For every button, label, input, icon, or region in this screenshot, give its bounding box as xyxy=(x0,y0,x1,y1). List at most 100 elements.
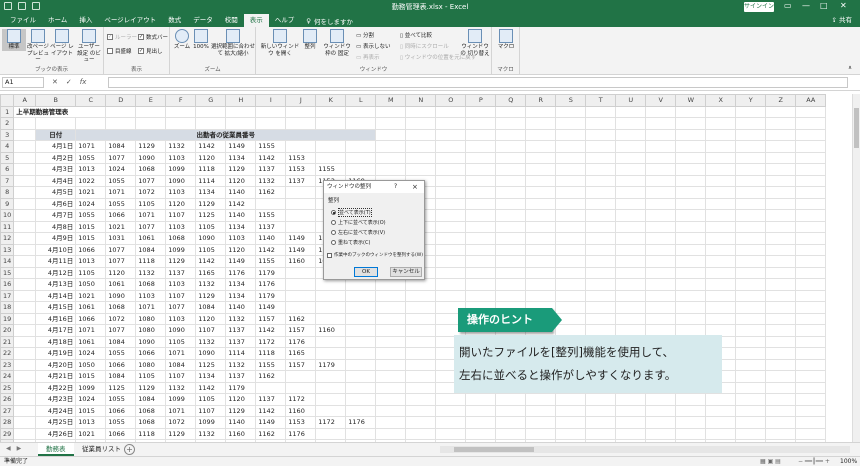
employee-id-cell[interactable] xyxy=(345,289,377,302)
employee-id-cell[interactable]: 1066 xyxy=(105,404,137,417)
ribbon-display-icon[interactable]: ▭ xyxy=(784,1,792,10)
cell[interactable] xyxy=(645,151,677,164)
employee-id-cell[interactable]: 1142 xyxy=(255,243,287,256)
employee-id-cell[interactable]: 1142 xyxy=(195,255,227,268)
employee-id-cell[interactable] xyxy=(255,381,287,394)
zoom-100-button[interactable]: 100% xyxy=(192,29,210,51)
cell[interactable] xyxy=(375,289,407,302)
cell[interactable] xyxy=(495,140,527,153)
view-side-by-side-button[interactable]: ▯ 並べて比較 xyxy=(400,31,432,39)
cell[interactable] xyxy=(435,416,467,429)
employee-id-cell[interactable]: 1132 xyxy=(255,174,287,187)
cell[interactable] xyxy=(525,151,557,164)
column-header[interactable]: X xyxy=(705,94,737,107)
employee-id-cell[interactable]: 1172 xyxy=(255,335,287,348)
employee-id-cell[interactable]: 1107 xyxy=(165,370,197,383)
employee-id-cell[interactable]: 1072 xyxy=(135,186,167,199)
employee-id-cell[interactable]: 1013 xyxy=(75,163,107,176)
cell[interactable] xyxy=(525,416,557,429)
cell[interactable] xyxy=(735,358,767,371)
employee-id-cell[interactable]: 1132 xyxy=(225,312,257,325)
date-cell[interactable]: 4月9日 xyxy=(35,232,77,245)
employee-id-cell[interactable]: 1071 xyxy=(165,347,197,360)
column-header[interactable]: I xyxy=(255,94,287,107)
cell[interactable] xyxy=(795,416,827,429)
cell[interactable] xyxy=(495,163,527,176)
cell[interactable] xyxy=(765,301,797,314)
help-icon[interactable]: ? xyxy=(394,181,397,193)
cell[interactable] xyxy=(525,289,557,302)
cell[interactable] xyxy=(35,117,77,130)
cell[interactable] xyxy=(255,105,287,118)
cell[interactable] xyxy=(765,117,797,130)
employee-id-cell[interactable]: 1071 xyxy=(75,324,107,337)
employee-id-cell[interactable]: 1155 xyxy=(255,209,287,222)
cell[interactable] xyxy=(495,232,527,245)
cell[interactable] xyxy=(13,232,37,245)
employee-id-cell[interactable]: 1084 xyxy=(105,140,137,153)
row-header[interactable]: 12 xyxy=(0,232,15,245)
horizontal-scrollbar[interactable] xyxy=(440,446,850,453)
employee-id-cell[interactable]: 1099 xyxy=(165,393,197,406)
cancel-icon[interactable]: ✕ xyxy=(52,78,58,86)
employee-id-cell[interactable]: 1120 xyxy=(225,393,257,406)
employee-id-cell[interactable] xyxy=(315,301,347,314)
employee-id-cell[interactable]: 1107 xyxy=(195,324,227,337)
employee-id-cell[interactable]: 1022 xyxy=(75,174,107,187)
employee-id-cell[interactable]: 1153 xyxy=(285,163,317,176)
cell[interactable] xyxy=(375,347,407,360)
cell[interactable] xyxy=(615,186,647,199)
employee-id-cell[interactable]: 1132 xyxy=(195,335,227,348)
date-cell[interactable]: 4月4日 xyxy=(35,174,77,187)
date-cell[interactable]: 4月16日 xyxy=(35,312,77,325)
employee-id-cell[interactable]: 1077 xyxy=(105,243,137,256)
employee-id-cell[interactable]: 1071 xyxy=(105,186,137,199)
row-header[interactable]: 25 xyxy=(0,381,15,394)
employee-id-cell[interactable]: 1068 xyxy=(135,278,167,291)
cell[interactable] xyxy=(435,209,467,222)
column-header[interactable]: H xyxy=(225,94,257,107)
cell[interactable] xyxy=(735,312,767,325)
employee-id-cell[interactable]: 1090 xyxy=(165,174,197,187)
employee-id-cell[interactable] xyxy=(315,393,347,406)
cell[interactable] xyxy=(645,393,677,406)
cell[interactable] xyxy=(645,232,677,245)
column-header[interactable]: AA xyxy=(795,94,827,107)
employee-id-cell[interactable]: 1142 xyxy=(195,381,227,394)
cell[interactable] xyxy=(765,324,797,337)
cell[interactable] xyxy=(375,358,407,371)
cell[interactable] xyxy=(525,243,557,256)
employee-id-cell[interactable] xyxy=(345,381,377,394)
cell[interactable] xyxy=(675,151,707,164)
employee-id-cell[interactable]: 1179 xyxy=(225,381,257,394)
cell[interactable] xyxy=(585,266,617,279)
cell[interactable] xyxy=(375,324,407,337)
cell[interactable] xyxy=(525,209,557,222)
cell[interactable] xyxy=(585,255,617,268)
cell[interactable] xyxy=(375,335,407,348)
employee-id-cell[interactable]: 1160 xyxy=(225,427,257,440)
cell[interactable] xyxy=(735,335,767,348)
cell[interactable] xyxy=(105,105,137,118)
cell[interactable] xyxy=(705,289,737,302)
cell[interactable] xyxy=(495,255,527,268)
cell[interactable] xyxy=(705,174,737,187)
cell[interactable] xyxy=(465,197,497,210)
cell[interactable] xyxy=(675,163,707,176)
cell[interactable] xyxy=(13,312,37,325)
cell[interactable] xyxy=(705,128,737,141)
cell[interactable] xyxy=(375,140,407,153)
employee-id-cell[interactable]: 1172 xyxy=(315,416,347,429)
cell[interactable] xyxy=(585,186,617,199)
cell[interactable] xyxy=(675,427,707,440)
column-header[interactable]: K xyxy=(315,94,347,107)
column-header[interactable]: R xyxy=(525,94,557,107)
employee-id-cell[interactable]: 1080 xyxy=(135,324,167,337)
cell[interactable] xyxy=(795,312,827,325)
cell[interactable] xyxy=(13,335,37,348)
cell[interactable] xyxy=(495,105,527,118)
cell[interactable] xyxy=(705,393,737,406)
date-header-cell[interactable]: 日付 xyxy=(35,128,77,141)
cell[interactable] xyxy=(795,140,827,153)
employee-id-cell[interactable]: 1050 xyxy=(75,358,107,371)
